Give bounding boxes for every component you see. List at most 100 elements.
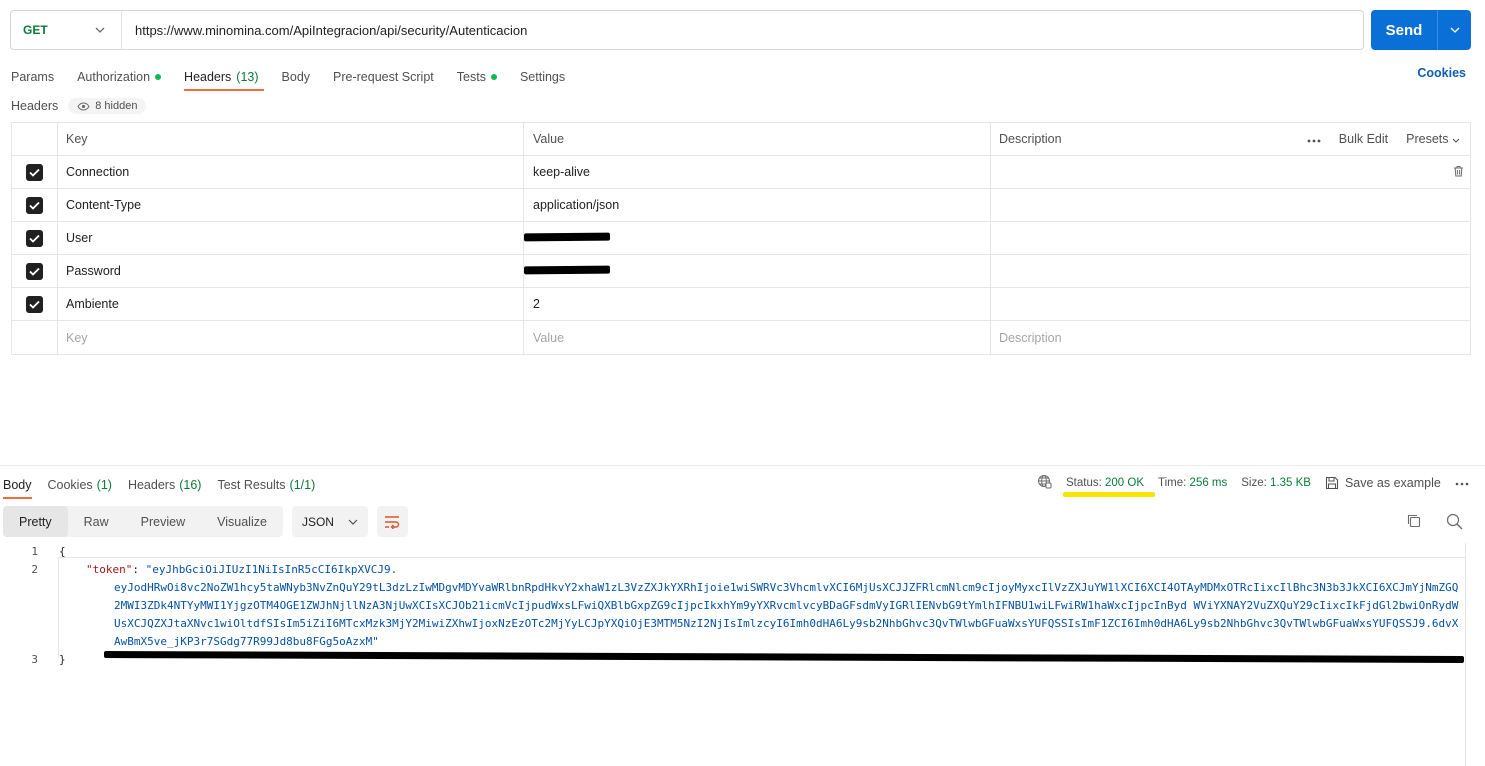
language-label: JSON	[301, 514, 334, 529]
url-input[interactable]: https://www.minomina.com/ApiIntegracion/…	[122, 23, 527, 38]
tab-label: Body	[3, 478, 32, 492]
new-description-input[interactable]: Description	[991, 321, 1470, 354]
tab-count: (13)	[236, 70, 259, 84]
header-key[interactable]: Connection	[58, 156, 524, 188]
url-bar: GET https://www.minomina.com/ApiIntegrac…	[10, 10, 1364, 50]
chevron-down-icon	[95, 24, 105, 36]
status-value: 200 OK	[1105, 477, 1145, 489]
column-header-key: Key	[58, 123, 524, 155]
new-value-input[interactable]: Value	[524, 321, 991, 354]
check-icon	[29, 300, 40, 309]
size-value: 1.35 KB	[1270, 477, 1311, 489]
send-button[interactable]: Send	[1371, 10, 1471, 50]
tab-authorization[interactable]: Authorization	[77, 64, 162, 90]
copy-icon[interactable]	[1406, 513, 1422, 532]
header-description[interactable]	[991, 222, 1470, 254]
tab-response-body[interactable]: Body	[3, 472, 32, 499]
tab-headers[interactable]: Headers (13)	[184, 64, 265, 91]
presets-dropdown[interactable]: Presets	[1406, 132, 1460, 146]
mode-raw[interactable]: Raw	[68, 506, 125, 537]
bulk-edit-button[interactable]: Bulk Edit	[1339, 132, 1388, 146]
chevron-down-icon	[1452, 138, 1460, 143]
check-icon	[29, 234, 40, 243]
header-description[interactable]	[991, 156, 1470, 188]
table-row: Connection keep-alive	[12, 156, 1470, 189]
json-value-start: "eyJhbGciOiJIUzI1NiIsInR5cCI6IkpXVCJ9.	[145, 563, 398, 576]
status-dot	[155, 74, 162, 80]
globe-icon[interactable]	[1037, 474, 1052, 492]
chevron-down-icon	[1450, 27, 1459, 33]
response-tabs: Body Cookies (1) Headers (16) Test Results…	[3, 472, 331, 499]
tab-label: Cookies	[47, 478, 93, 492]
header-value[interactable]	[523, 255, 991, 287]
tab-count: (1/1)	[289, 478, 316, 492]
tab-label: Authorization	[77, 70, 151, 84]
more-horizontal-icon[interactable]	[1455, 477, 1469, 489]
table-row: Content-Type application/json	[12, 189, 1470, 222]
time-indicator[interactable]: Time: 256 ms	[1158, 477, 1227, 489]
tab-settings[interactable]: Settings	[520, 64, 565, 90]
tab-label: Pre-request Script	[333, 70, 434, 84]
row-checkbox[interactable]	[26, 196, 43, 214]
tab-tests[interactable]: Tests	[457, 64, 497, 90]
new-key-input[interactable]: Key	[58, 321, 524, 354]
size-indicator[interactable]: Size: 1.35 KB	[1241, 477, 1311, 489]
wrap-lines-button[interactable]	[376, 506, 408, 537]
json-key: "token"	[86, 563, 133, 576]
wrap-lines-icon	[385, 515, 400, 529]
header-value[interactable]: keep-alive	[524, 156, 991, 188]
header-description[interactable]	[991, 288, 1470, 320]
table-header-row: Key Value Description Bulk Edit Presets	[12, 123, 1470, 156]
tab-response-headers[interactable]: Headers (16)	[128, 472, 201, 498]
trash-icon[interactable]	[1453, 165, 1464, 180]
tab-body[interactable]: Body	[282, 64, 311, 90]
header-key[interactable]: Ambiente	[58, 288, 524, 320]
tab-params[interactable]: Params	[11, 64, 54, 90]
hidden-headers-toggle[interactable]: 8 hidden	[68, 98, 147, 114]
line-number: 2	[31, 563, 38, 576]
tab-label: Tests	[456, 70, 486, 84]
json-open-brace: {	[59, 545, 66, 558]
cookies-link[interactable]: Cookies	[1417, 66, 1466, 80]
row-checkbox[interactable]	[26, 163, 43, 181]
view-mode-segmented: Pretty Raw Preview Visualize	[3, 506, 283, 537]
save-as-example-button[interactable]: Save as example	[1325, 476, 1441, 490]
tab-label: Body	[281, 70, 311, 84]
method-select[interactable]: GET	[11, 11, 122, 49]
checkbox-column	[12, 123, 58, 155]
tab-test-results[interactable]: Test Results (1/1)	[217, 472, 315, 498]
mode-pretty[interactable]: Pretty	[3, 506, 68, 537]
pane-divider[interactable]	[0, 465, 1485, 466]
send-options-button[interactable]	[1437, 10, 1471, 50]
json-close-brace: }	[59, 653, 66, 666]
table-row: Ambiente 2	[12, 288, 1470, 321]
header-key[interactable]: Password	[58, 255, 524, 287]
tab-pre-request-script[interactable]: Pre-request Script	[333, 64, 434, 90]
row-checkbox-cell	[12, 222, 58, 254]
row-checkbox[interactable]	[26, 262, 43, 280]
header-description[interactable]	[991, 189, 1470, 221]
header-key[interactable]: Content-Type	[58, 189, 524, 221]
more-horizontal-icon[interactable]	[1307, 132, 1321, 146]
mode-visualize[interactable]: Visualize	[201, 506, 283, 537]
mode-preview[interactable]: Preview	[125, 506, 201, 537]
json-line-token: "token": "eyJhbGciOiJIUzI1NiIsInR5cCI6Ik…	[86, 563, 398, 576]
eye-icon	[77, 101, 90, 111]
header-value[interactable]: application/json	[524, 189, 991, 221]
status-indicator[interactable]: Status: 200 OK	[1066, 477, 1144, 489]
time-label: Time:	[1158, 477, 1187, 489]
chevron-down-icon	[348, 519, 358, 525]
header-description[interactable]	[991, 255, 1470, 287]
column-header-description-label: Description	[999, 132, 1062, 146]
row-checkbox-cell	[12, 189, 58, 221]
hidden-count: 8 hidden	[95, 100, 138, 112]
search-icon[interactable]	[1446, 513, 1463, 533]
header-key[interactable]: User	[58, 222, 524, 254]
header-value[interactable]	[523, 222, 991, 254]
tab-response-cookies[interactable]: Cookies (1)	[48, 472, 112, 498]
header-value[interactable]: 2	[524, 288, 991, 320]
language-select[interactable]: JSON	[291, 506, 368, 537]
row-checkbox[interactable]	[26, 229, 43, 247]
row-checkbox[interactable]	[26, 295, 43, 313]
table-row-new: Key Value Description	[12, 321, 1470, 354]
